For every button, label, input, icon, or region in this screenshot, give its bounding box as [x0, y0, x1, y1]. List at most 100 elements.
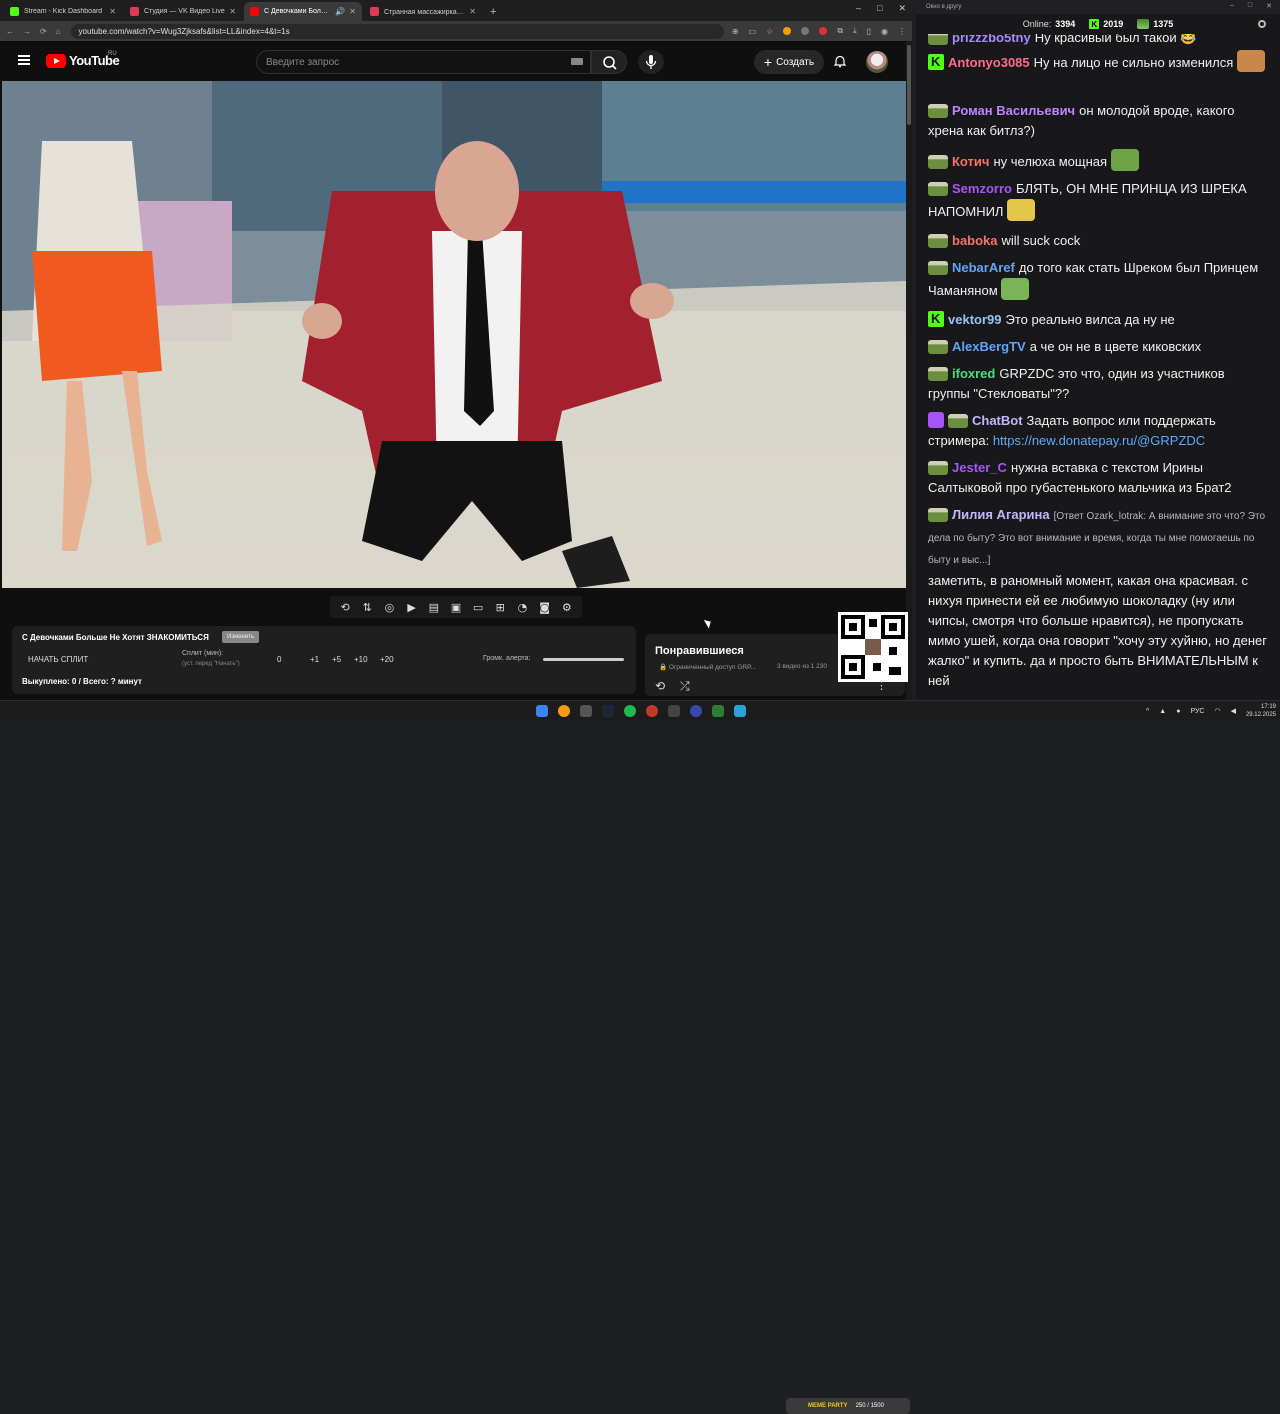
spotify-icon[interactable] [624, 705, 636, 717]
clip-icon[interactable]: ▤ [427, 601, 440, 614]
chat-username[interactable]: ChatBot [972, 413, 1023, 428]
split-add-20-button[interactable]: +20 [380, 655, 394, 664]
minimize-button[interactable]: – [856, 3, 861, 14]
forward-icon[interactable]: → [23, 27, 31, 36]
chat-minimize-button[interactable]: – [1230, 2, 1234, 10]
reload-icon[interactable]: ⟳ [40, 27, 47, 36]
download-icon[interactable]: ⤓ [853, 26, 857, 36]
close-tab-icon[interactable]: ✕ [229, 7, 236, 16]
network-icon[interactable]: ▲ [1159, 708, 1166, 715]
video-player[interactable] [2, 81, 906, 588]
chat-username[interactable]: NebarAref [952, 260, 1015, 275]
start-split-button[interactable]: НАЧАТЬ СПЛИТ [28, 655, 88, 664]
chat-username[interactable]: AlexBergTV [952, 339, 1026, 354]
windows-start-icon[interactable] [536, 705, 548, 717]
maximize-button[interactable]: □ [877, 3, 882, 14]
close-tab-icon[interactable]: ✕ [109, 7, 116, 16]
bookmark-star-icon[interactable]: ☆ [766, 27, 773, 36]
chat-username[interactable]: Semzorro [952, 181, 1012, 196]
split-add-5-button[interactable]: +5 [332, 655, 341, 664]
tab-vk-studio[interactable]: Студия — VK Видео Live ✕ [124, 2, 242, 21]
tab-kick-dashboard[interactable]: Stream - Kick Dashboard ✕ [4, 2, 122, 21]
new-tab-button[interactable]: + [484, 6, 502, 21]
repeat-icon[interactable]: ⟲ [339, 601, 352, 614]
app-icon[interactable] [712, 705, 724, 717]
tab-vk-video[interactable]: Странная массажирка 🍔 Видео ✕ [364, 2, 482, 21]
chat-username[interactable]: Котич [952, 154, 989, 169]
edit-badge[interactable]: Изменить [222, 631, 260, 643]
close-window-button[interactable]: ✕ [898, 3, 906, 14]
volume-icon[interactable]: ◀ [1231, 707, 1236, 715]
meme-party-value: 250 / 1500 [855, 1403, 884, 1409]
chat-maximize-button[interactable]: □ [1248, 2, 1252, 10]
donate-link[interactable]: https://new.donatepay.ru/@GRPZDC [993, 433, 1205, 448]
search-button[interactable] [591, 50, 627, 74]
opera-icon[interactable] [646, 705, 658, 717]
voice-search-button[interactable] [638, 50, 664, 74]
url-field[interactable]: youtube.com/watch?v=Wug3Zjksafs&list=LL&… [70, 23, 724, 39]
chat-settings-icon[interactable] [1258, 20, 1266, 28]
steam-icon[interactable] [602, 705, 614, 717]
glasses-badge-icon [928, 461, 948, 475]
chat-username[interactable]: Лилия Агарина [952, 507, 1050, 522]
speaker-icon[interactable]: 🔊 [335, 7, 345, 16]
chat-message: Роман Васильевич он молодой вроде, какого… [928, 101, 1270, 141]
tab-youtube-video[interactable]: С Девочками Больше Не 🔊 ✕ [244, 2, 362, 21]
sidebar-icon[interactable]: ▯ [867, 27, 871, 36]
account-avatar[interactable] [866, 51, 888, 73]
search-input[interactable]: Введите запрос [256, 50, 591, 74]
chrome-icon[interactable] [558, 705, 570, 717]
split-add-1-button[interactable]: +1 [310, 655, 319, 664]
profile-icon[interactable]: ◉ [881, 27, 888, 36]
speed-icon[interactable]: ◔ [516, 601, 529, 614]
extension-red-icon[interactable] [819, 27, 828, 35]
create-button[interactable]: + Создать [754, 50, 824, 74]
shuffle-icon[interactable]: ⤮ [680, 679, 690, 694]
chat-username[interactable]: prizzzbo5tny [952, 34, 1031, 45]
page-scrollbar-thumb[interactable] [907, 45, 911, 125]
close-tab-icon[interactable]: ✕ [349, 7, 356, 16]
tab-label: Студия — VK Видео Live [144, 8, 225, 15]
telegram-icon[interactable] [734, 705, 746, 717]
obs-icon[interactable] [668, 705, 680, 717]
extension-orange-icon[interactable] [783, 27, 792, 35]
back-icon[interactable]: ← [6, 27, 14, 36]
explorer-icon[interactable] [580, 705, 592, 717]
microphone-tray-icon[interactable]: ● [1176, 708, 1180, 715]
chat-username[interactable]: Jester_C [952, 460, 1007, 475]
tray-chevron-icon[interactable]: ^ [1146, 708, 1149, 715]
chat-username[interactable]: baboka [952, 233, 998, 248]
split-add-10-button[interactable]: +10 [354, 655, 368, 664]
plus-icon[interactable]: ⊞ [494, 601, 507, 614]
chat-username[interactable]: Роман Васильевич [952, 103, 1075, 118]
clock[interactable]: 17:19 29.12.2025 [1246, 703, 1276, 719]
theater-icon[interactable]: ▭ [472, 601, 485, 614]
playlist-title[interactable]: Понравившиеся [655, 645, 744, 657]
wifi-icon[interactable]: ◠ [1214, 707, 1220, 715]
home-icon[interactable]: ⌂ [56, 27, 61, 36]
extensions-puzzle-icon[interactable]: ⧉ [837, 26, 843, 36]
alert-volume-slider[interactable] [543, 658, 624, 661]
screenshot-icon[interactable]: ◙ [538, 601, 551, 614]
settings-icon[interactable]: ⚙ [560, 601, 573, 614]
chat-username[interactable]: vektor99 [948, 312, 1001, 327]
chat-close-button[interactable]: ✕ [1266, 2, 1272, 10]
keyboard-icon[interactable] [571, 58, 583, 65]
chat-username[interactable]: ifoxred [952, 366, 995, 381]
hamburger-menu-icon[interactable] [18, 55, 30, 65]
close-tab-icon[interactable]: ✕ [469, 7, 476, 16]
sort-icon[interactable]: ⇅ [361, 601, 374, 614]
chrome-menu-icon[interactable]: ⋮ [898, 27, 906, 36]
autoplay-icon[interactable]: ▶ [405, 601, 418, 614]
language-indicator[interactable]: РУС [1190, 708, 1204, 715]
cast-icon[interactable]: ◎ [383, 601, 396, 614]
crop-icon[interactable]: ▣ [449, 601, 462, 614]
chat-username[interactable]: Antonyo3085 [948, 55, 1030, 70]
zoom-icon[interactable]: ⊕ [732, 27, 739, 36]
cast-icon[interactable]: ▭ [749, 27, 757, 36]
extension-gray-icon[interactable] [801, 27, 810, 35]
media-player-icon[interactable] [690, 705, 702, 717]
split-minutes-label: Сплит (мин): [182, 650, 224, 657]
loop-playlist-icon[interactable]: ⟲ [655, 679, 665, 693]
notifications-bell-icon[interactable] [833, 54, 847, 68]
